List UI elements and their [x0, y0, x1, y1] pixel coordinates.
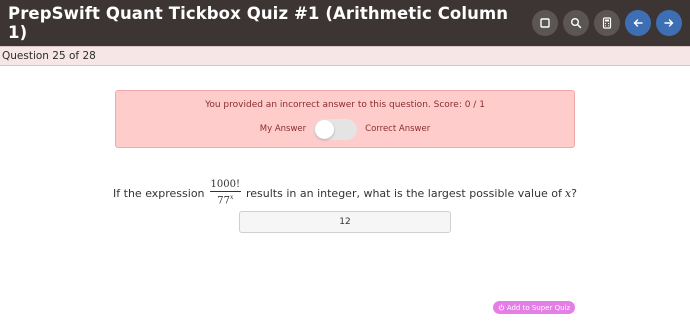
question-counter: Question 25 of 28	[2, 50, 96, 62]
previous-question-button[interactable]	[625, 10, 651, 36]
page-title: PrepSwift Quant Tickbox Quiz #1 (Arithme…	[8, 4, 509, 42]
toggle-knob	[315, 119, 335, 139]
arrow-right-icon	[664, 19, 674, 27]
header-bar: PrepSwift Quant Tickbox Quiz #1 (Arithme…	[0, 0, 690, 46]
question-end: ?	[571, 186, 577, 200]
feedback-alert: You provided an incorrect answer to this…	[115, 90, 575, 148]
question-progress-bar: Question 25 of 28	[0, 46, 690, 66]
question-suffix: results in an integer, what is the large…	[246, 186, 562, 200]
feedback-message: You provided an incorrect answer to this…	[205, 100, 485, 110]
question-prefix: If the expression	[113, 186, 205, 200]
add-to-super-quiz-button[interactable]: Add to Super Quiz	[493, 301, 575, 314]
answer-field[interactable]: 12	[239, 211, 451, 233]
fraction-denominator: 77x	[217, 192, 233, 207]
answer-toggle-row: My Answer Correct Answer	[116, 118, 574, 140]
my-answer-label: My Answer	[259, 124, 307, 134]
power-icon	[498, 304, 504, 311]
answer-value: 12	[339, 217, 351, 227]
calculator-icon	[602, 17, 612, 29]
expression-fraction: 1000! 77x	[209, 178, 241, 207]
square-icon	[540, 18, 550, 28]
search-icon	[571, 18, 582, 29]
search-button[interactable]	[563, 10, 589, 36]
question-text: If the expression 1000! 77x results in a…	[0, 178, 690, 208]
answer-toggle-switch[interactable]	[314, 118, 358, 140]
header-toolbar	[532, 10, 682, 36]
denominator-exponent: x	[229, 193, 234, 201]
denominator-base: 77	[217, 195, 230, 207]
fullscreen-button[interactable]	[532, 10, 558, 36]
fraction-numerator: 1000!	[209, 178, 241, 192]
calculator-button[interactable]	[594, 10, 620, 36]
next-question-button[interactable]	[656, 10, 682, 36]
super-quiz-label: Add to Super Quiz	[506, 303, 571, 312]
arrow-left-icon	[633, 19, 643, 27]
correct-answer-label: Correct Answer	[365, 124, 431, 134]
